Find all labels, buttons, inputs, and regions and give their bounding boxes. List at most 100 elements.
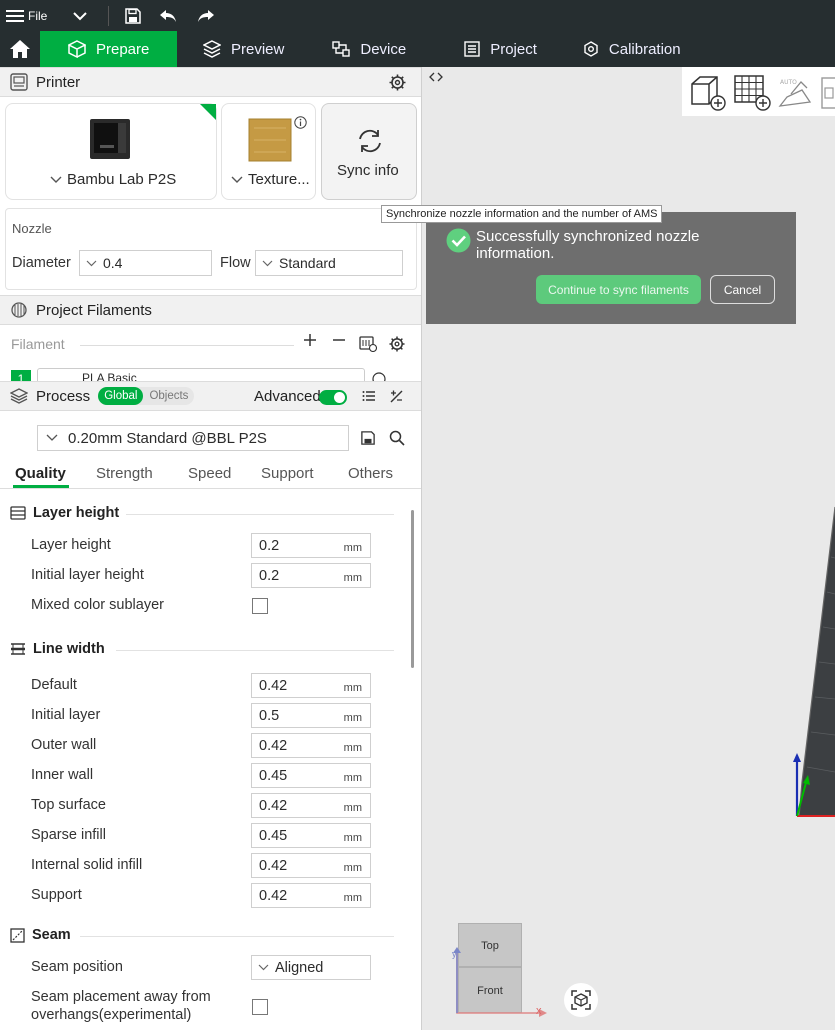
unit-label: mm [343, 802, 362, 814]
seam-away-label-line1: Seam placement away from [31, 989, 211, 1005]
layer-height-label: Layer height [31, 537, 111, 553]
line-width-row-value: 0.42 [259, 737, 288, 754]
home-button[interactable] [0, 31, 40, 67]
mixed-color-sublayer-checkbox[interactable] [252, 598, 268, 614]
compare-button[interactable] [389, 389, 404, 408]
selected-corner-marker [200, 104, 216, 120]
filaments-section-title: Project Filaments [36, 301, 152, 319]
save-preset-button[interactable] [361, 431, 375, 450]
undo-button[interactable] [149, 0, 187, 31]
line-width-row-input[interactable]: 0.42 mm [251, 883, 371, 908]
printer-icon [10, 73, 28, 91]
filament-label: Filament [11, 336, 65, 352]
process-preset-select[interactable]: 0.20mm Standard @BBL P2S [37, 425, 349, 451]
tab-preview[interactable]: Preview [177, 31, 302, 67]
seam-group-label: Seam [32, 927, 71, 943]
toolbar-divider [108, 5, 109, 26]
flow-label: Flow [220, 255, 251, 271]
layer-height-icon [10, 506, 26, 520]
line-width-row-input[interactable]: 0.42 mm [251, 673, 371, 698]
line-width-row-value: 0.42 [259, 857, 288, 874]
search-preset-button[interactable] [389, 430, 405, 451]
line-width-row-input[interactable]: 0.5 mm [251, 703, 371, 728]
printer-chevron-down-icon [50, 176, 62, 183]
settings-scrollbar[interactable] [411, 510, 414, 668]
filament-divider [80, 345, 294, 346]
line-width-row-label: Initial layer [31, 707, 101, 723]
tab-project[interactable]: Project [424, 31, 555, 67]
global-toggle-option[interactable]: Global [98, 387, 144, 405]
initial-layer-height-input[interactable]: 0.2 mm [251, 563, 371, 588]
tab-prepare[interactable]: Prepare [40, 31, 177, 67]
filament-list: 1 PLA Basic [0, 365, 421, 381]
advanced-toggle[interactable] [319, 390, 347, 405]
tab-speed[interactable]: Speed [188, 465, 231, 482]
main-nav: Prepare Preview Device Project Calibrati… [0, 31, 835, 67]
filament-select[interactable]: PLA Basic [37, 368, 365, 381]
tab-calibration[interactable]: Calibration [555, 31, 699, 67]
unit-label: mm [343, 542, 362, 554]
file-menu-button[interactable]: File [0, 0, 60, 31]
settings-sidebar: Printer Bambu Lab P2S Texture... Sync in… [0, 67, 422, 1030]
sync-info-tooltip: Synchronize nozzle information and the n… [381, 205, 663, 223]
printer-card[interactable]: Bambu Lab P2S [5, 103, 217, 200]
file-menu-label: File [28, 8, 48, 23]
dropdown-arrow-button[interactable] [60, 0, 100, 31]
filament-settings-gear-icon[interactable] [389, 336, 405, 357]
save-button[interactable] [117, 0, 149, 31]
redo-button[interactable] [187, 0, 225, 31]
seam-away-checkbox[interactable] [252, 999, 268, 1015]
tab-others[interactable]: Others [348, 465, 393, 482]
scope-toggle[interactable]: Global Objects [98, 387, 195, 405]
sync-ams-button[interactable] [359, 336, 378, 357]
unit-label: mm [343, 682, 362, 694]
remove-filament-button[interactable] [332, 333, 346, 352]
tab-preview-label: Preview [231, 40, 285, 58]
project-icon [464, 41, 480, 57]
process-layers-icon [10, 387, 28, 405]
undo-icon [160, 9, 176, 22]
calibration-icon [584, 41, 598, 57]
plate-card[interactable]: Texture... [221, 103, 316, 200]
flow-select[interactable]: Standard [255, 250, 403, 276]
axis-x-label: x [536, 1005, 542, 1017]
objects-toggle-option[interactable]: Objects [143, 387, 194, 405]
line-width-group-label: Line width [33, 641, 105, 657]
unit-label: mm [343, 742, 362, 754]
tab-quality[interactable]: Quality [15, 465, 66, 482]
unit-label: mm [343, 712, 362, 724]
title-bar: File [0, 0, 835, 31]
line-width-row-input[interactable]: 0.42 mm [251, 853, 371, 878]
sync-icon [359, 129, 381, 153]
line-width-row-input[interactable]: 0.42 mm [251, 793, 371, 818]
line-width-row-input[interactable]: 0.45 mm [251, 823, 371, 848]
printer-settings-gear-icon[interactable] [389, 74, 406, 95]
layer-height-input[interactable]: 0.2 mm [251, 533, 371, 558]
diameter-label: Diameter [12, 255, 71, 271]
diameter-select[interactable]: 0.4 [79, 250, 212, 276]
add-filament-button[interactable] [303, 333, 317, 352]
tab-strength[interactable]: Strength [96, 465, 153, 482]
mixed-color-sublayer-label: Mixed color sublayer [31, 597, 164, 613]
info-icon[interactable] [294, 116, 307, 129]
fit-view-button[interactable] [564, 983, 598, 1017]
layer-height-group-label: Layer height [33, 505, 120, 521]
seam-position-select[interactable]: Aligned [251, 955, 371, 980]
line-width-row-value: 0.45 [259, 827, 288, 844]
filament-edit-icon[interactable] [372, 372, 386, 381]
cancel-button[interactable]: Cancel [710, 275, 775, 304]
tab-device[interactable]: Device [302, 31, 424, 67]
line-width-row-value: 0.42 [259, 677, 288, 694]
tab-project-label: Project [490, 40, 537, 58]
line-width-row-input[interactable]: 0.42 mm [251, 733, 371, 758]
tab-support[interactable]: Support [261, 465, 314, 482]
nozzle-label: Nozzle [12, 221, 52, 236]
continue-sync-filaments-button[interactable]: Continue to sync filaments [536, 275, 701, 304]
list-view-button[interactable] [362, 389, 376, 407]
cube-icon [68, 40, 86, 58]
chevron-down-icon [262, 260, 273, 266]
sync-info-button[interactable]: Sync info [321, 103, 417, 200]
process-section-title: Process [36, 387, 91, 405]
line-width-row-label: Internal solid infill [31, 857, 143, 873]
line-width-row-input[interactable]: 0.45 mm [251, 763, 371, 788]
